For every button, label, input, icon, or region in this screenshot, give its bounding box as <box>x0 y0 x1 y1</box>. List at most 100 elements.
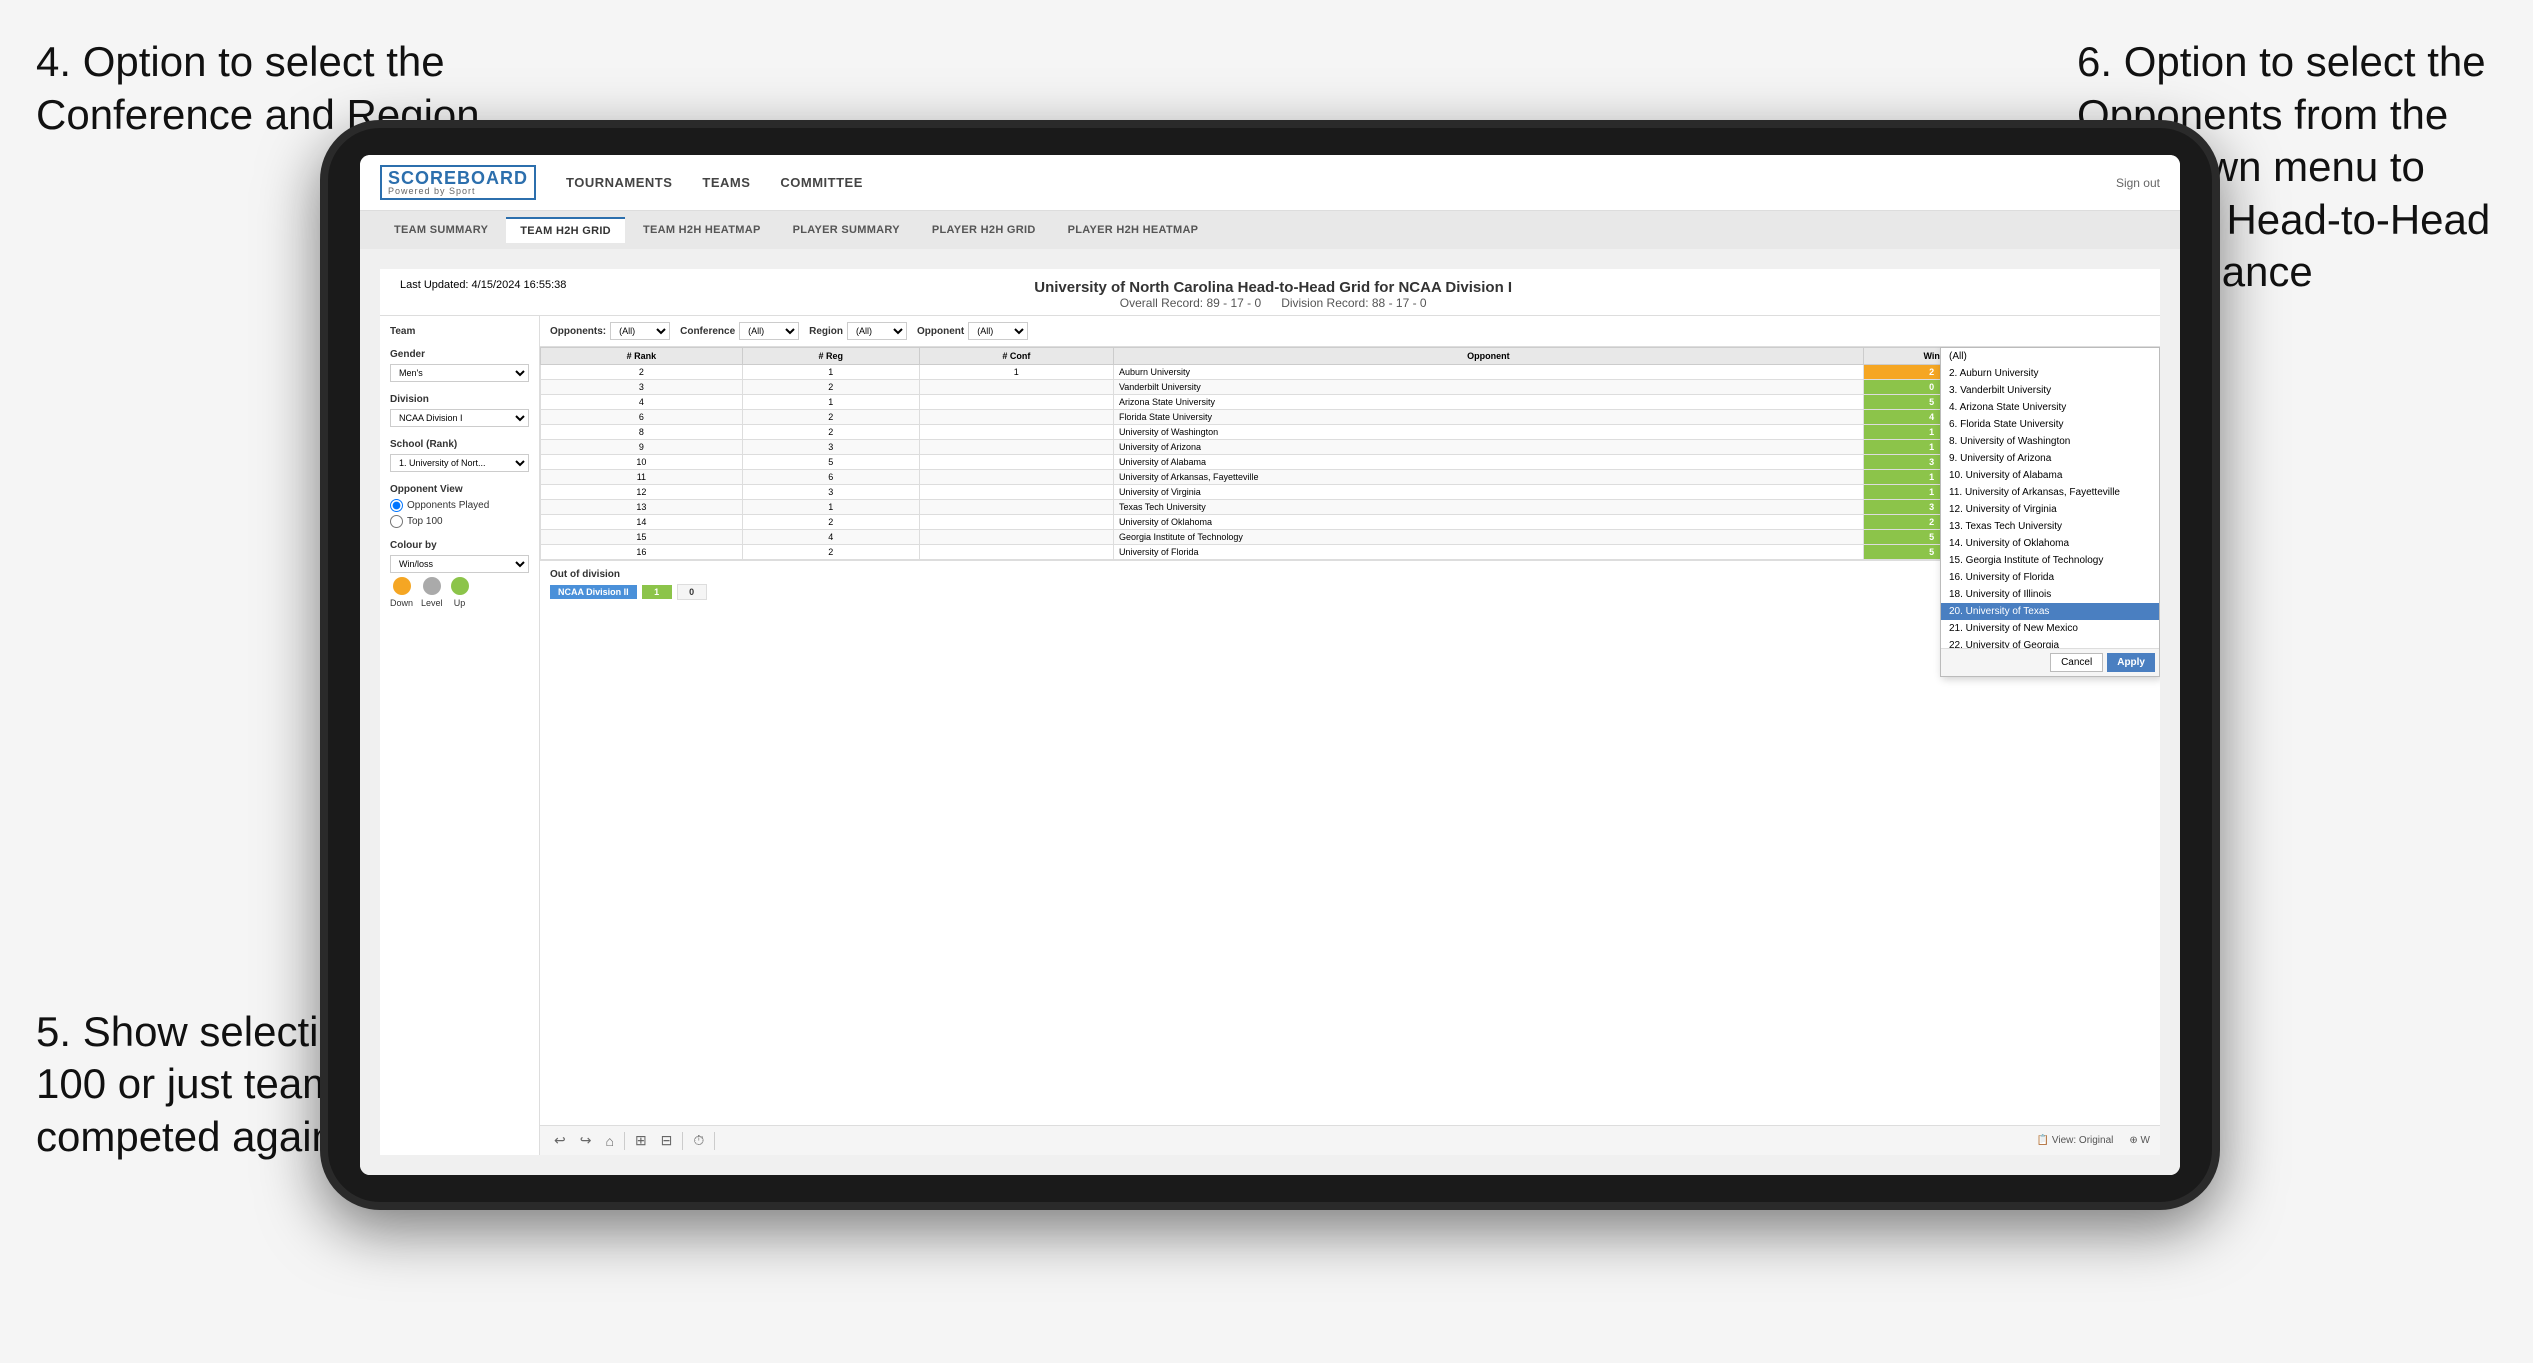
subnav-team-h2h-heatmap[interactable]: TEAM H2H HEATMAP <box>629 218 775 242</box>
home-btn[interactable]: ⌂ <box>601 1131 617 1151</box>
top-100-option[interactable]: Top 100 <box>390 515 529 528</box>
updated-text: Last Updated: 4/15/2024 16:55:38 <box>400 279 566 291</box>
cell-name: Auburn University <box>1113 365 1863 380</box>
dropdown-item[interactable]: 15. Georgia Institute of Technology <box>1941 552 2159 569</box>
colour-select[interactable]: Win/loss <box>390 555 529 573</box>
table-row: 16 2 University of Florida 5 1 <box>541 545 2160 560</box>
table-row: 10 5 University of Alabama 3 0 <box>541 455 2160 470</box>
dropdown-item[interactable]: 18. University of Illinois <box>1941 586 2159 603</box>
report-updated: Last Updated: 4/15/2024 16:55:38 <box>400 279 566 291</box>
table-row: 6 2 Florida State University 4 2 <box>541 410 2160 425</box>
cell-reg: 3 <box>742 440 919 455</box>
dropdown-item[interactable]: (All) <box>1941 348 2159 365</box>
cell-reg: 1 <box>742 500 919 515</box>
separator-3 <box>714 1132 715 1150</box>
dropdown-scroll[interactable]: (All)2. Auburn University3. Vanderbilt U… <box>1941 348 2159 648</box>
region-label: Region <box>809 326 843 337</box>
redo-btn[interactable]: ↪ <box>576 1130 596 1151</box>
cancel-button[interactable]: Cancel <box>2050 653 2103 672</box>
nav-committee[interactable]: COMMITTEE <box>780 175 863 190</box>
opponents-played-option[interactable]: Opponents Played <box>390 499 529 512</box>
dropdown-item[interactable]: 14. University of Oklahoma <box>1941 535 2159 552</box>
subnav-player-summary[interactable]: PLAYER SUMMARY <box>779 218 914 242</box>
division-label: Division <box>390 394 529 405</box>
dropdown-item[interactable]: 4. Arizona State University <box>1941 399 2159 416</box>
undo-btn[interactable]: ↩ <box>550 1130 570 1151</box>
opponents-filter-select[interactable]: (All) <box>610 322 670 340</box>
zoom-value: W <box>2141 1135 2150 1146</box>
cell-reg: 5 <box>742 455 919 470</box>
cell-rank: 12 <box>541 485 743 500</box>
cell-reg: 1 <box>742 365 919 380</box>
opponents-played-label: Opponents Played <box>407 500 489 511</box>
conference-filter-group: Conference (All) <box>680 322 799 340</box>
division-name: NCAA Division II <box>550 585 637 599</box>
report-body: Team Gender Men's Division NCAA Division… <box>380 316 2160 1155</box>
subnav-team-summary[interactable]: TEAM SUMMARY <box>380 218 502 242</box>
cell-conf <box>919 380 1113 395</box>
col-opponent: Opponent <box>1113 348 1863 365</box>
main-content: Last Updated: 4/15/2024 16:55:38 Univers… <box>360 249 2180 1175</box>
cell-reg: 4 <box>742 530 919 545</box>
cell-conf <box>919 530 1113 545</box>
school-label: School (Rank) <box>390 439 529 450</box>
filter-row: Opponents: (All) Conference (All) <box>540 316 2160 347</box>
subnav-player-h2h-grid[interactable]: PLAYER H2H GRID <box>918 218 1050 242</box>
table-row: 4 1 Arizona State University 5 1 <box>541 395 2160 410</box>
cell-name: University of Florida <box>1113 545 1863 560</box>
opponent-filter-group: Opponent (All) <box>917 322 1028 340</box>
logo-sub: Powered by Sport <box>388 187 528 196</box>
dropdown-item[interactable]: 21. University of New Mexico <box>1941 620 2159 637</box>
cell-conf <box>919 485 1113 500</box>
cell-reg: 2 <box>742 410 919 425</box>
cell-rank: 15 <box>541 530 743 545</box>
view-label: View: Original <box>2052 1135 2114 1146</box>
dropdown-item[interactable]: 22. University of Georgia <box>1941 637 2159 648</box>
cell-conf <box>919 545 1113 560</box>
bottom-toolbar: ↩ ↪ ⌂ ⊞ ⊟ ⏱ 📋 View: Original <box>540 1125 2160 1155</box>
up-label: Up <box>451 598 469 608</box>
copy-btn[interactable]: ⊞ <box>631 1130 651 1151</box>
paste-btn[interactable]: ⊟ <box>657 1130 677 1151</box>
subnav-team-h2h-grid[interactable]: TEAM H2H GRID <box>506 217 625 243</box>
region-filter-select[interactable]: (All) <box>847 322 907 340</box>
opponents-played-radio[interactable] <box>390 499 403 512</box>
clock-btn[interactable]: ⏱ <box>689 1130 708 1151</box>
cell-conf <box>919 500 1113 515</box>
dropdown-item[interactable]: 12. University of Virginia <box>1941 501 2159 518</box>
dropdown-item[interactable]: 3. Vanderbilt University <box>1941 382 2159 399</box>
nav-tournaments[interactable]: TOURNAMENTS <box>566 175 672 190</box>
opponent-view-label: Opponent View <box>390 484 529 495</box>
sidebar: Team Gender Men's Division NCAA Division… <box>380 316 540 1155</box>
school-select[interactable]: 1. University of Nort... <box>390 454 529 472</box>
cell-name: Texas Tech University <box>1113 500 1863 515</box>
table-row: 15 4 Georgia Institute of Technology 5 0 <box>541 530 2160 545</box>
division-select[interactable]: NCAA Division I <box>390 409 529 427</box>
dropdown-item[interactable]: 11. University of Arkansas, Fayetteville <box>1941 484 2159 501</box>
dropdown-item[interactable]: 9. University of Arizona <box>1941 450 2159 467</box>
nav-teams[interactable]: TEAMS <box>702 175 750 190</box>
apply-button[interactable]: Apply <box>2107 653 2155 672</box>
level-legend: Level <box>421 577 443 608</box>
dropdown-item[interactable]: 13. Texas Tech University <box>1941 518 2159 535</box>
right-section: Opponents: (All) Conference (All) <box>540 316 2160 1155</box>
separator-1 <box>624 1132 625 1150</box>
subnav-player-h2h-heatmap[interactable]: PLAYER H2H HEATMAP <box>1054 218 1213 242</box>
division-section: Division NCAA Division I <box>390 394 529 427</box>
table-row: 9 3 University of Arizona 1 0 <box>541 440 2160 455</box>
gender-select[interactable]: Men's <box>390 364 529 382</box>
dropdown-item[interactable]: 10. University of Alabama <box>1941 467 2159 484</box>
dropdown-item[interactable]: 6. Florida State University <box>1941 416 2159 433</box>
dropdown-item[interactable]: 16. University of Florida <box>1941 569 2159 586</box>
top-100-radio[interactable] <box>390 515 403 528</box>
dropdown-item[interactable]: 2. Auburn University <box>1941 365 2159 382</box>
out-of-division: Out of division NCAA Division II 1 0 <box>540 560 2160 608</box>
dropdown-item[interactable]: 20. University of Texas <box>1941 603 2159 620</box>
conference-filter-select[interactable]: (All) <box>739 322 799 340</box>
cell-rank: 9 <box>541 440 743 455</box>
dropdown-actions: Cancel Apply <box>1941 648 2159 676</box>
dropdown-item[interactable]: 8. University of Washington <box>1941 433 2159 450</box>
nav-signout[interactable]: Sign out <box>2116 176 2160 190</box>
opponent-filter-select[interactable]: (All) <box>968 322 1028 340</box>
tablet: SCOREBOARD Powered by Sport TOURNAMENTS … <box>320 120 2220 1210</box>
